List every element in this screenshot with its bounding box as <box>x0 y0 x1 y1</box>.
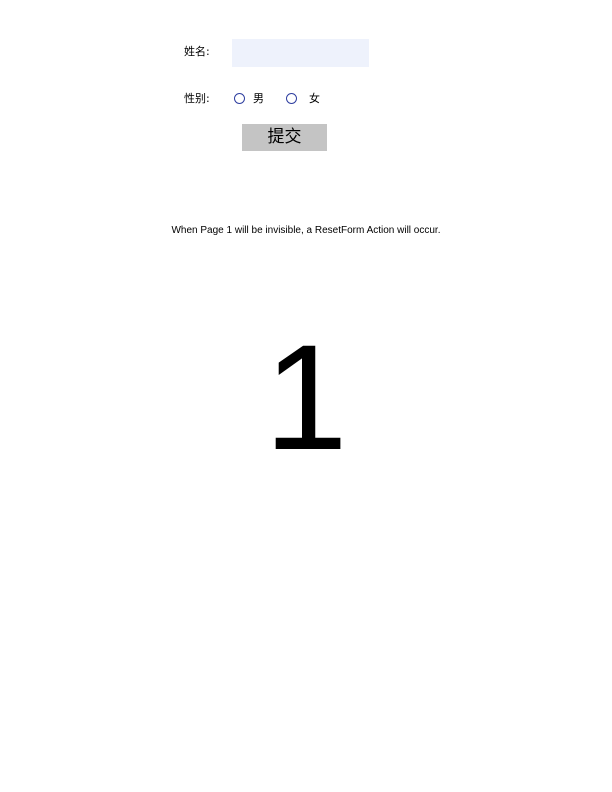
gender-label: 性别: <box>184 92 210 105</box>
name-field[interactable] <box>232 39 369 67</box>
submit-button[interactable]: 提交 <box>242 124 327 151</box>
reset-form-note: When Page 1 will be invisible, a ResetFo… <box>171 225 441 236</box>
radio-female-label: 女 <box>309 92 320 105</box>
radio-male-label: 男 <box>253 92 264 105</box>
radio-male[interactable] <box>234 93 245 104</box>
name-label: 姓名: <box>184 45 210 58</box>
radio-female[interactable] <box>286 93 297 104</box>
page-number: 1 <box>264 313 348 481</box>
